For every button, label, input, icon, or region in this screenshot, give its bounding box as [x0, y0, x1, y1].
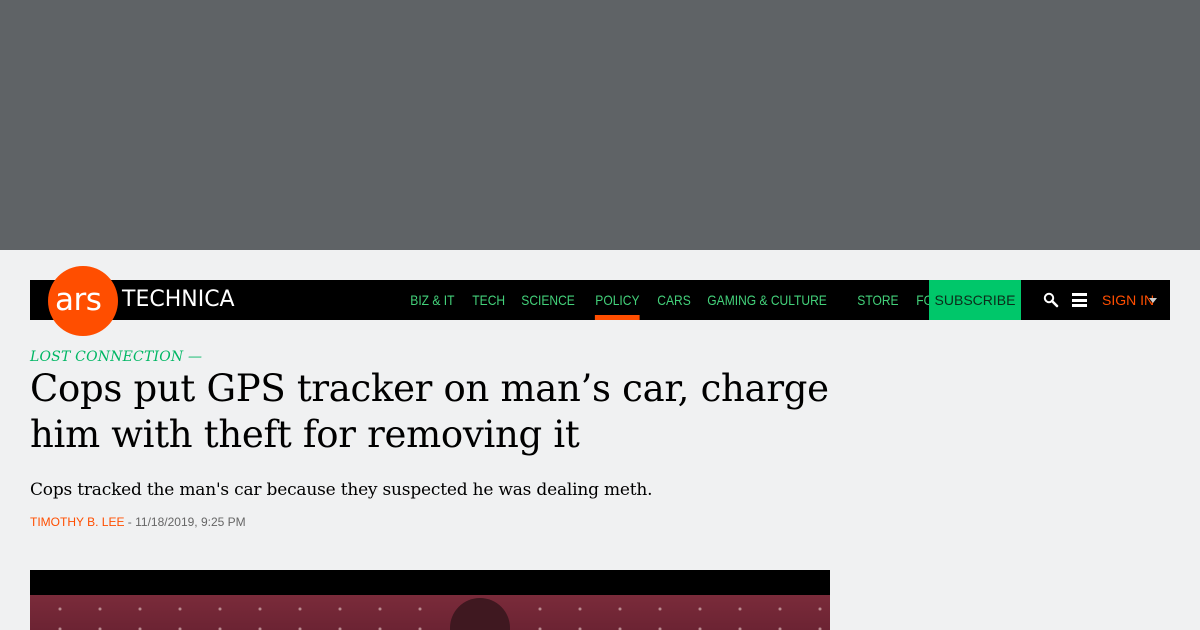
- nav-item-cars[interactable]: CARS: [650, 280, 698, 320]
- nav-item-biz-it[interactable]: BIZ & IT: [403, 280, 462, 320]
- hero-image[interactable]: [30, 570, 830, 630]
- ad-banner: [0, 0, 1200, 250]
- byline-separator: -: [124, 515, 136, 529]
- hamburger-menu-icon[interactable]: [1072, 293, 1087, 307]
- sign-in-link[interactable]: SIGN IN: [1102, 280, 1154, 320]
- nav-item-science[interactable]: SCIENCE: [514, 280, 582, 320]
- nav-items: BIZ & IT TECH SCIENCE POLICY CARS GAMING…: [403, 280, 981, 320]
- hero-image-photo: [30, 595, 830, 630]
- top-navbar: ars TECHNICA BIZ & IT TECH SCIENCE POLIC…: [30, 266, 1170, 336]
- logo-ars[interactable]: ars: [55, 280, 102, 320]
- article-headline: Cops put GPS tracker on man’s car, charg…: [30, 367, 829, 456]
- author-link[interactable]: TIMOTHY B. LEE: [30, 515, 124, 529]
- chevron-down-icon[interactable]: [1149, 298, 1157, 303]
- article-kicker: LOST CONNECTION —: [30, 349, 203, 365]
- logo-technica[interactable]: TECHNICA: [122, 280, 235, 320]
- search-icon[interactable]: [1043, 292, 1059, 308]
- nav-item-tech[interactable]: TECH: [465, 280, 512, 320]
- nav-item-policy[interactable]: POLICY: [588, 280, 647, 320]
- subscribe-button[interactable]: SUBSCRIBE: [929, 280, 1021, 320]
- nav-item-store[interactable]: STORE: [850, 280, 906, 320]
- publish-timestamp: 11/18/2019, 9:25 PM: [135, 515, 246, 529]
- byline: TIMOTHY B. LEE - 11/18/2019, 9:25 PM: [30, 514, 246, 530]
- nav-item-gaming-culture[interactable]: GAMING & CULTURE: [700, 280, 834, 320]
- article-dek: Cops tracked the man's car because they …: [30, 480, 653, 500]
